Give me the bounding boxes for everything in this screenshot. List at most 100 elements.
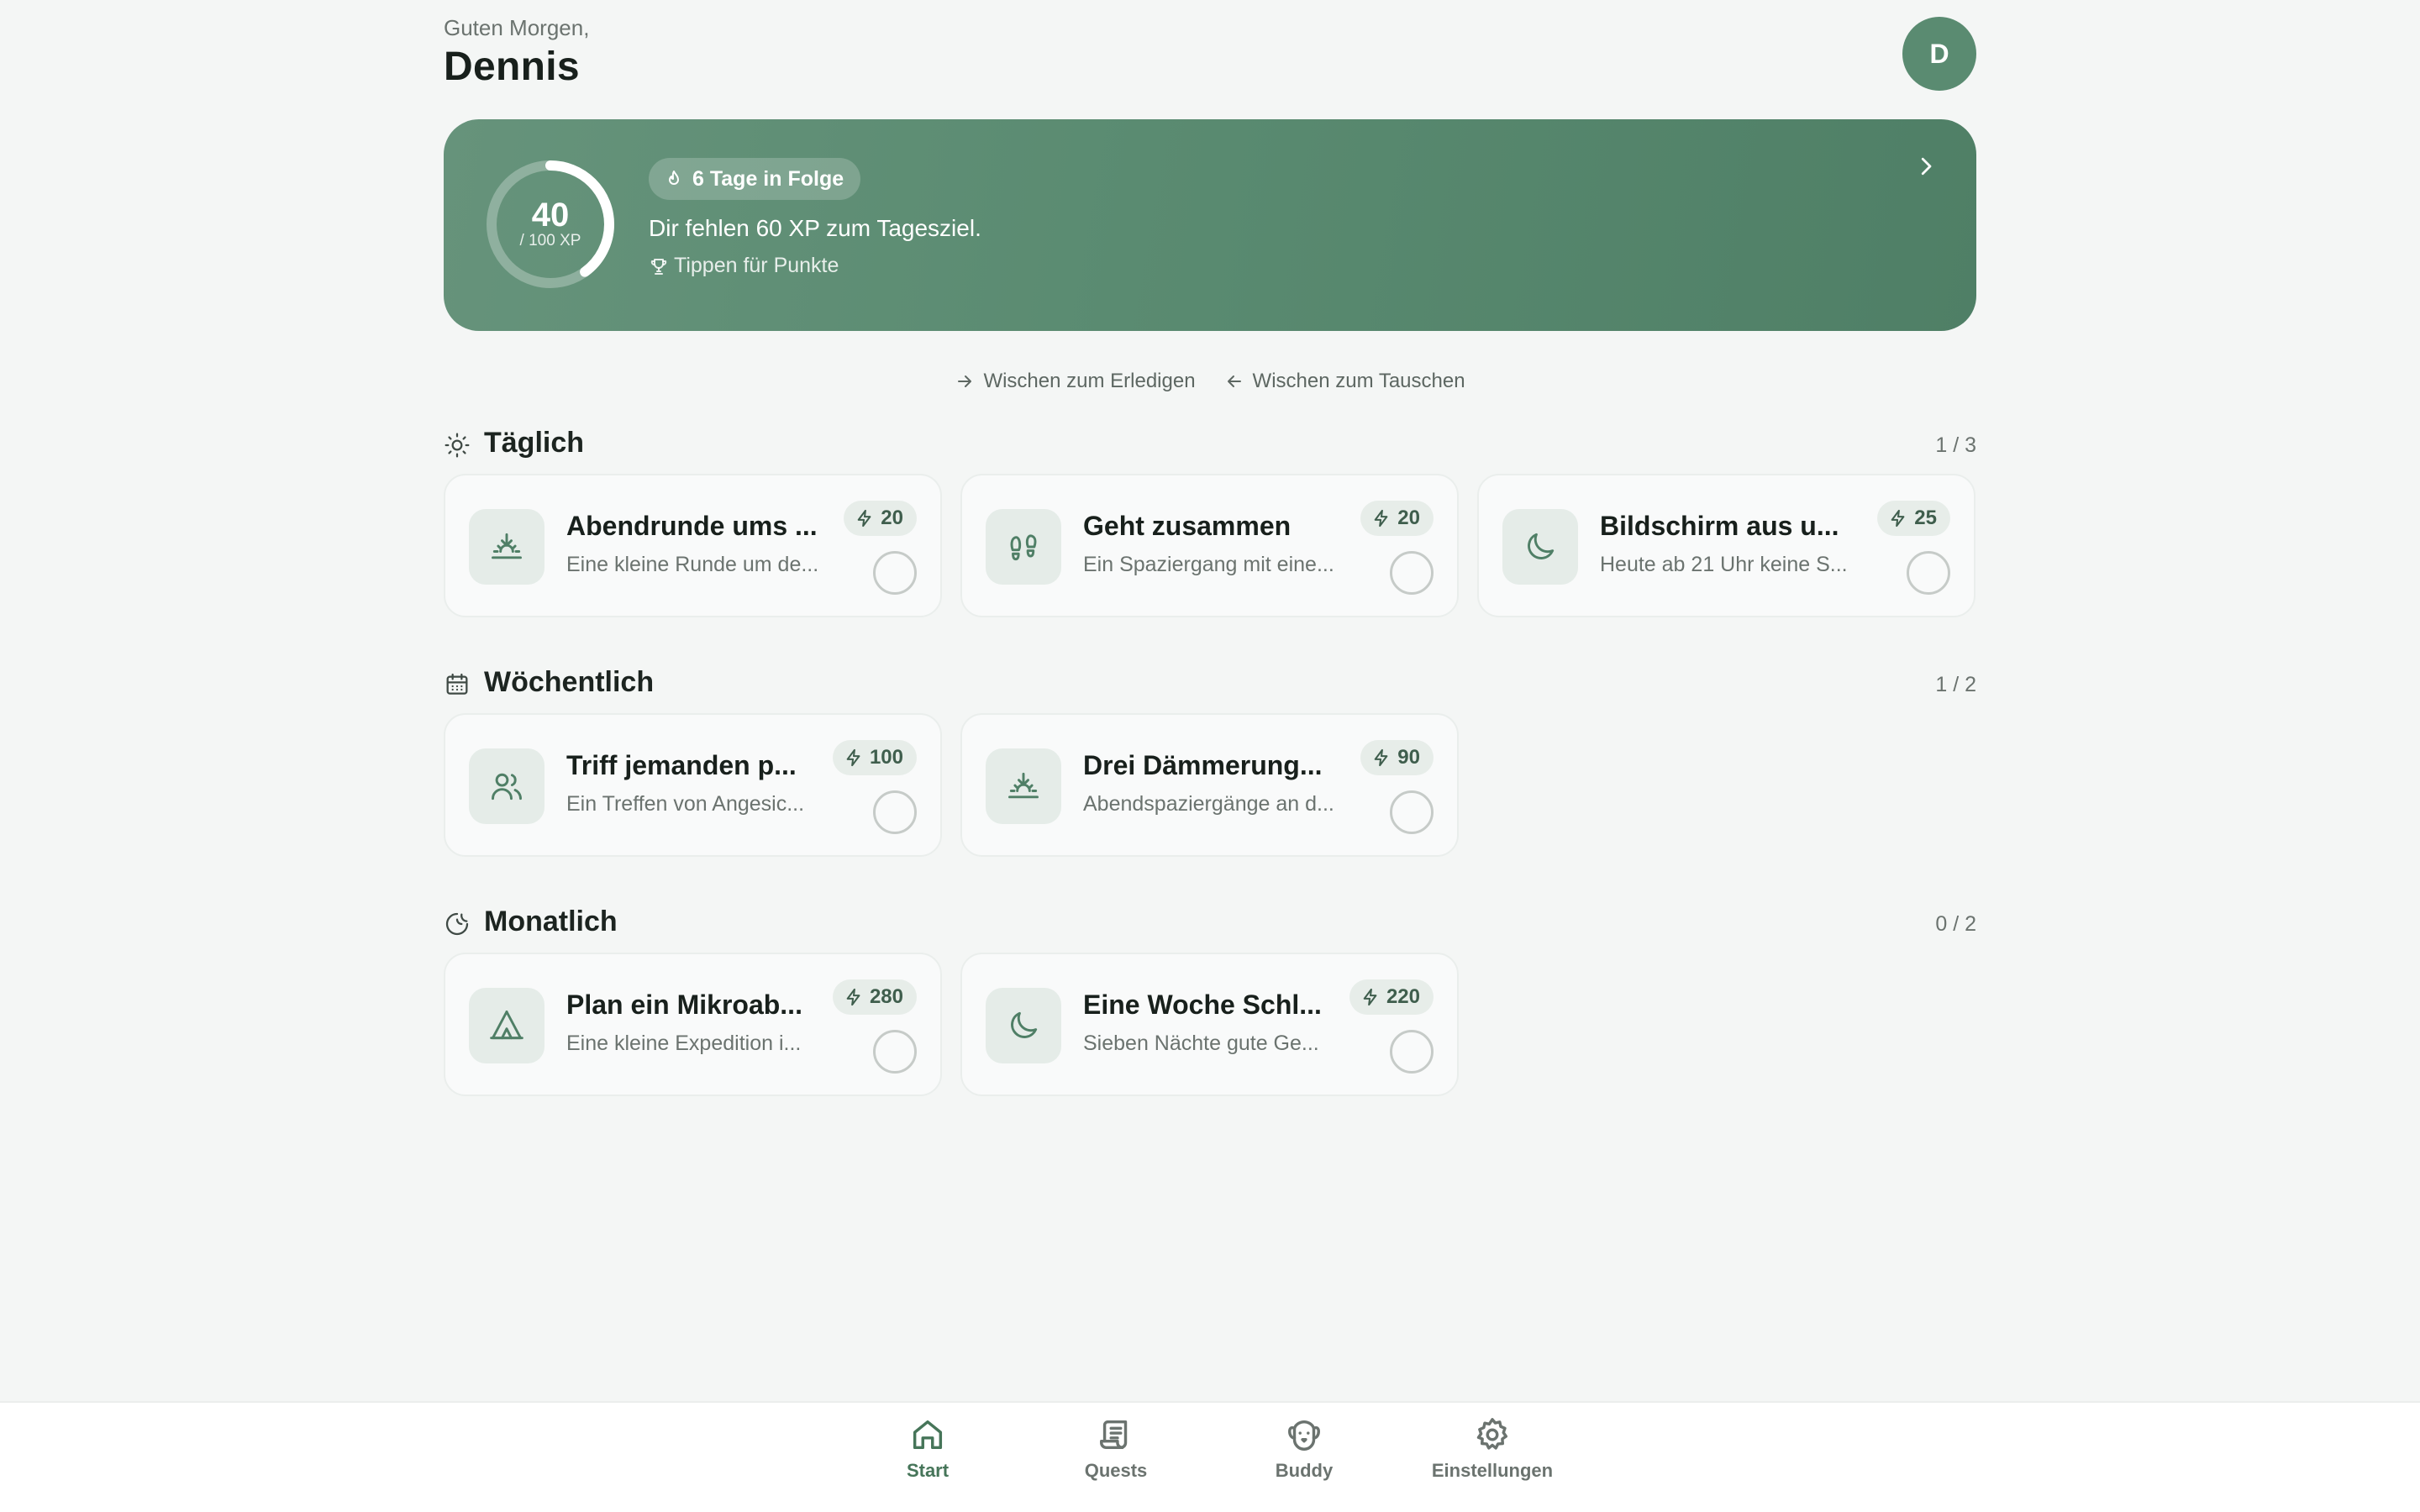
complete-checkbox[interactable]: [1390, 790, 1434, 834]
hint-complete-label: Wischen zum Erledigen: [983, 370, 1196, 392]
section-count: 1 / 2: [1935, 673, 1976, 696]
quest-description: Ein Spaziergang mit eine...: [1083, 553, 1334, 576]
nav-quests-label: Quests: [1084, 1460, 1148, 1481]
trophy-icon: [650, 258, 667, 275]
xp-value: 20: [881, 507, 903, 529]
xp-badge: 220: [1349, 979, 1434, 1015]
xp-value: 20: [1397, 507, 1420, 529]
quest-card[interactable]: Drei Dämmerung... Abendspaziergänge an d…: [960, 713, 1459, 857]
section-title: Monatlich: [484, 906, 618, 937]
section-count: 0 / 2: [1935, 912, 1976, 936]
bolt-icon: [1363, 988, 1377, 1006]
complete-checkbox[interactable]: [873, 1030, 917, 1074]
xp-value: 220: [1386, 985, 1420, 1008]
quest-description: Eine kleine Expedition i...: [566, 1032, 802, 1055]
quest-description: Abendspaziergänge an d...: [1083, 792, 1334, 816]
nav-buddy-label: Buddy: [1275, 1460, 1334, 1481]
nav-start-label: Start: [906, 1460, 950, 1481]
quest-title: Plan ein Mikroab...: [566, 990, 802, 1020]
nav-settings-label: Einstellungen: [1431, 1460, 1554, 1481]
quest-title: Abendrunde ums ...: [566, 511, 818, 541]
xp-value: 90: [1397, 746, 1420, 769]
hint-swap-label: Wischen zum Tauschen: [1252, 370, 1465, 392]
complete-checkbox[interactable]: [1390, 1030, 1434, 1074]
daily-goal-card[interactable]: 40 / 100 XP 6 Tage in Folge Dir fehlen 6…: [444, 119, 1976, 331]
quest-card[interactable]: Plan ein Mikroab... Eine kleine Expediti…: [444, 953, 942, 1096]
quest-title: Geht zusammen: [1083, 511, 1292, 541]
bolt-icon: [1374, 748, 1388, 767]
complete-checkbox[interactable]: [1390, 551, 1434, 595]
moon-icon: [986, 988, 1061, 1063]
users-icon: [469, 748, 544, 824]
nav-start[interactable]: Start: [844, 1415, 1012, 1482]
xp-badge: 25: [1877, 501, 1950, 536]
nav-settings[interactable]: Einstellungen: [1408, 1415, 1576, 1482]
home-icon: [908, 1415, 948, 1455]
quest-card[interactable]: Geht zusammen Ein Spaziergang mit eine..…: [960, 474, 1459, 617]
tips-link-label: Tippen für Punkte: [674, 254, 839, 277]
chevron-right-icon[interactable]: [1909, 150, 1943, 183]
flame-icon: [669, 171, 679, 185]
quest-title: Eine Woche Schl...: [1083, 990, 1322, 1020]
xp-badge: 280: [832, 979, 917, 1015]
quest-card[interactable]: Triff jemanden p... Ein Treffen von Ange…: [444, 713, 942, 857]
avatar[interactable]: D: [1902, 17, 1976, 91]
arrow-right-icon: [958, 375, 972, 387]
swipe-hints: Wischen zum Erledigen Wischen zum Tausch…: [444, 370, 1976, 393]
bottom-navigation: Start Quests Buddy Einstellungen: [0, 1401, 2420, 1512]
xp-badge: 20: [844, 501, 917, 536]
xp-value: 100: [869, 746, 903, 769]
section-title: Wöchentlich: [484, 666, 655, 698]
bolt-icon: [1891, 509, 1905, 528]
hint-swap: Wischen zum Tauschen: [1224, 370, 1465, 393]
quest-description: Sieben Nächte gute Ge...: [1083, 1032, 1319, 1055]
nav-buddy[interactable]: Buddy: [1220, 1415, 1388, 1482]
sunset-icon: [469, 509, 544, 585]
main-content: Guten Morgen, Dennis D 40 / 100 XP 6 Tag…: [444, 0, 1976, 1096]
quest-title: Drei Dämmerung...: [1083, 750, 1323, 780]
complete-checkbox[interactable]: [1907, 551, 1950, 595]
tips-link[interactable]: Tippen für Punkte: [649, 254, 839, 278]
header: Guten Morgen, Dennis D: [444, 0, 1976, 119]
gear-icon: [1472, 1415, 1512, 1455]
xp-badge: 100: [832, 740, 917, 775]
quest-description: Ein Treffen von Angesic...: [566, 792, 805, 816]
section-weekly: Wöchentlich 1 / 2 Triff jemanden p... Ei…: [444, 663, 1976, 857]
xp-badge: 90: [1360, 740, 1434, 775]
quest-description: Eine kleine Runde um de...: [566, 553, 819, 576]
xp-progress-text: 40 / 100 XP: [484, 158, 617, 291]
sunset-icon: [986, 748, 1061, 824]
section-monthly: Monatlich 0 / 2 Plan ein Mikroab... Eine…: [444, 902, 1976, 1096]
bolt-icon: [846, 748, 860, 767]
quest-card[interactable]: Bildschirm aus u... Heute ab 21 Uhr kein…: [1477, 474, 1975, 617]
sun-icon: [445, 433, 470, 458]
quest-card[interactable]: Eine Woche Schl... Sieben Nächte gute Ge…: [960, 953, 1459, 1096]
dog-icon: [1284, 1415, 1324, 1455]
quest-title: Triff jemanden p...: [566, 750, 797, 780]
section-title: Täglich: [484, 427, 585, 459]
footprints-icon: [986, 509, 1061, 585]
complete-checkbox[interactable]: [873, 790, 917, 834]
user-name: Dennis: [444, 45, 580, 89]
quest-card[interactable]: Abendrunde ums ... Eine kleine Runde um …: [444, 474, 942, 617]
xp-value: 280: [869, 985, 903, 1008]
greeting-text: Guten Morgen,: [444, 15, 590, 40]
section-daily: Täglich 1 / 3 Abendrunde ums ... Eine kl…: [444, 423, 1976, 617]
xp-badge: 20: [1360, 501, 1434, 536]
moon-icon: [1502, 509, 1578, 585]
quest-description: Heute ab 21 Uhr keine S...: [1600, 553, 1848, 576]
goal-message: Dir fehlen 60 XP zum Tagesziel.: [649, 215, 981, 241]
nav-quests[interactable]: Quests: [1032, 1415, 1200, 1482]
tent-icon: [469, 988, 544, 1063]
xp-value: 25: [1914, 507, 1937, 529]
bolt-icon: [1374, 509, 1388, 528]
quest-title: Bildschirm aus u...: [1600, 511, 1839, 541]
complete-checkbox[interactable]: [873, 551, 917, 595]
scroll-icon: [1096, 1415, 1136, 1455]
bolt-icon: [846, 988, 860, 1006]
arrow-left-icon: [1227, 375, 1241, 387]
calendar-icon: [446, 673, 468, 695]
xp-goal: / 100 XP: [519, 232, 581, 249]
streak-label: 6 Tage in Folge: [692, 166, 844, 191]
streak-badge: 6 Tage in Folge: [649, 158, 861, 200]
